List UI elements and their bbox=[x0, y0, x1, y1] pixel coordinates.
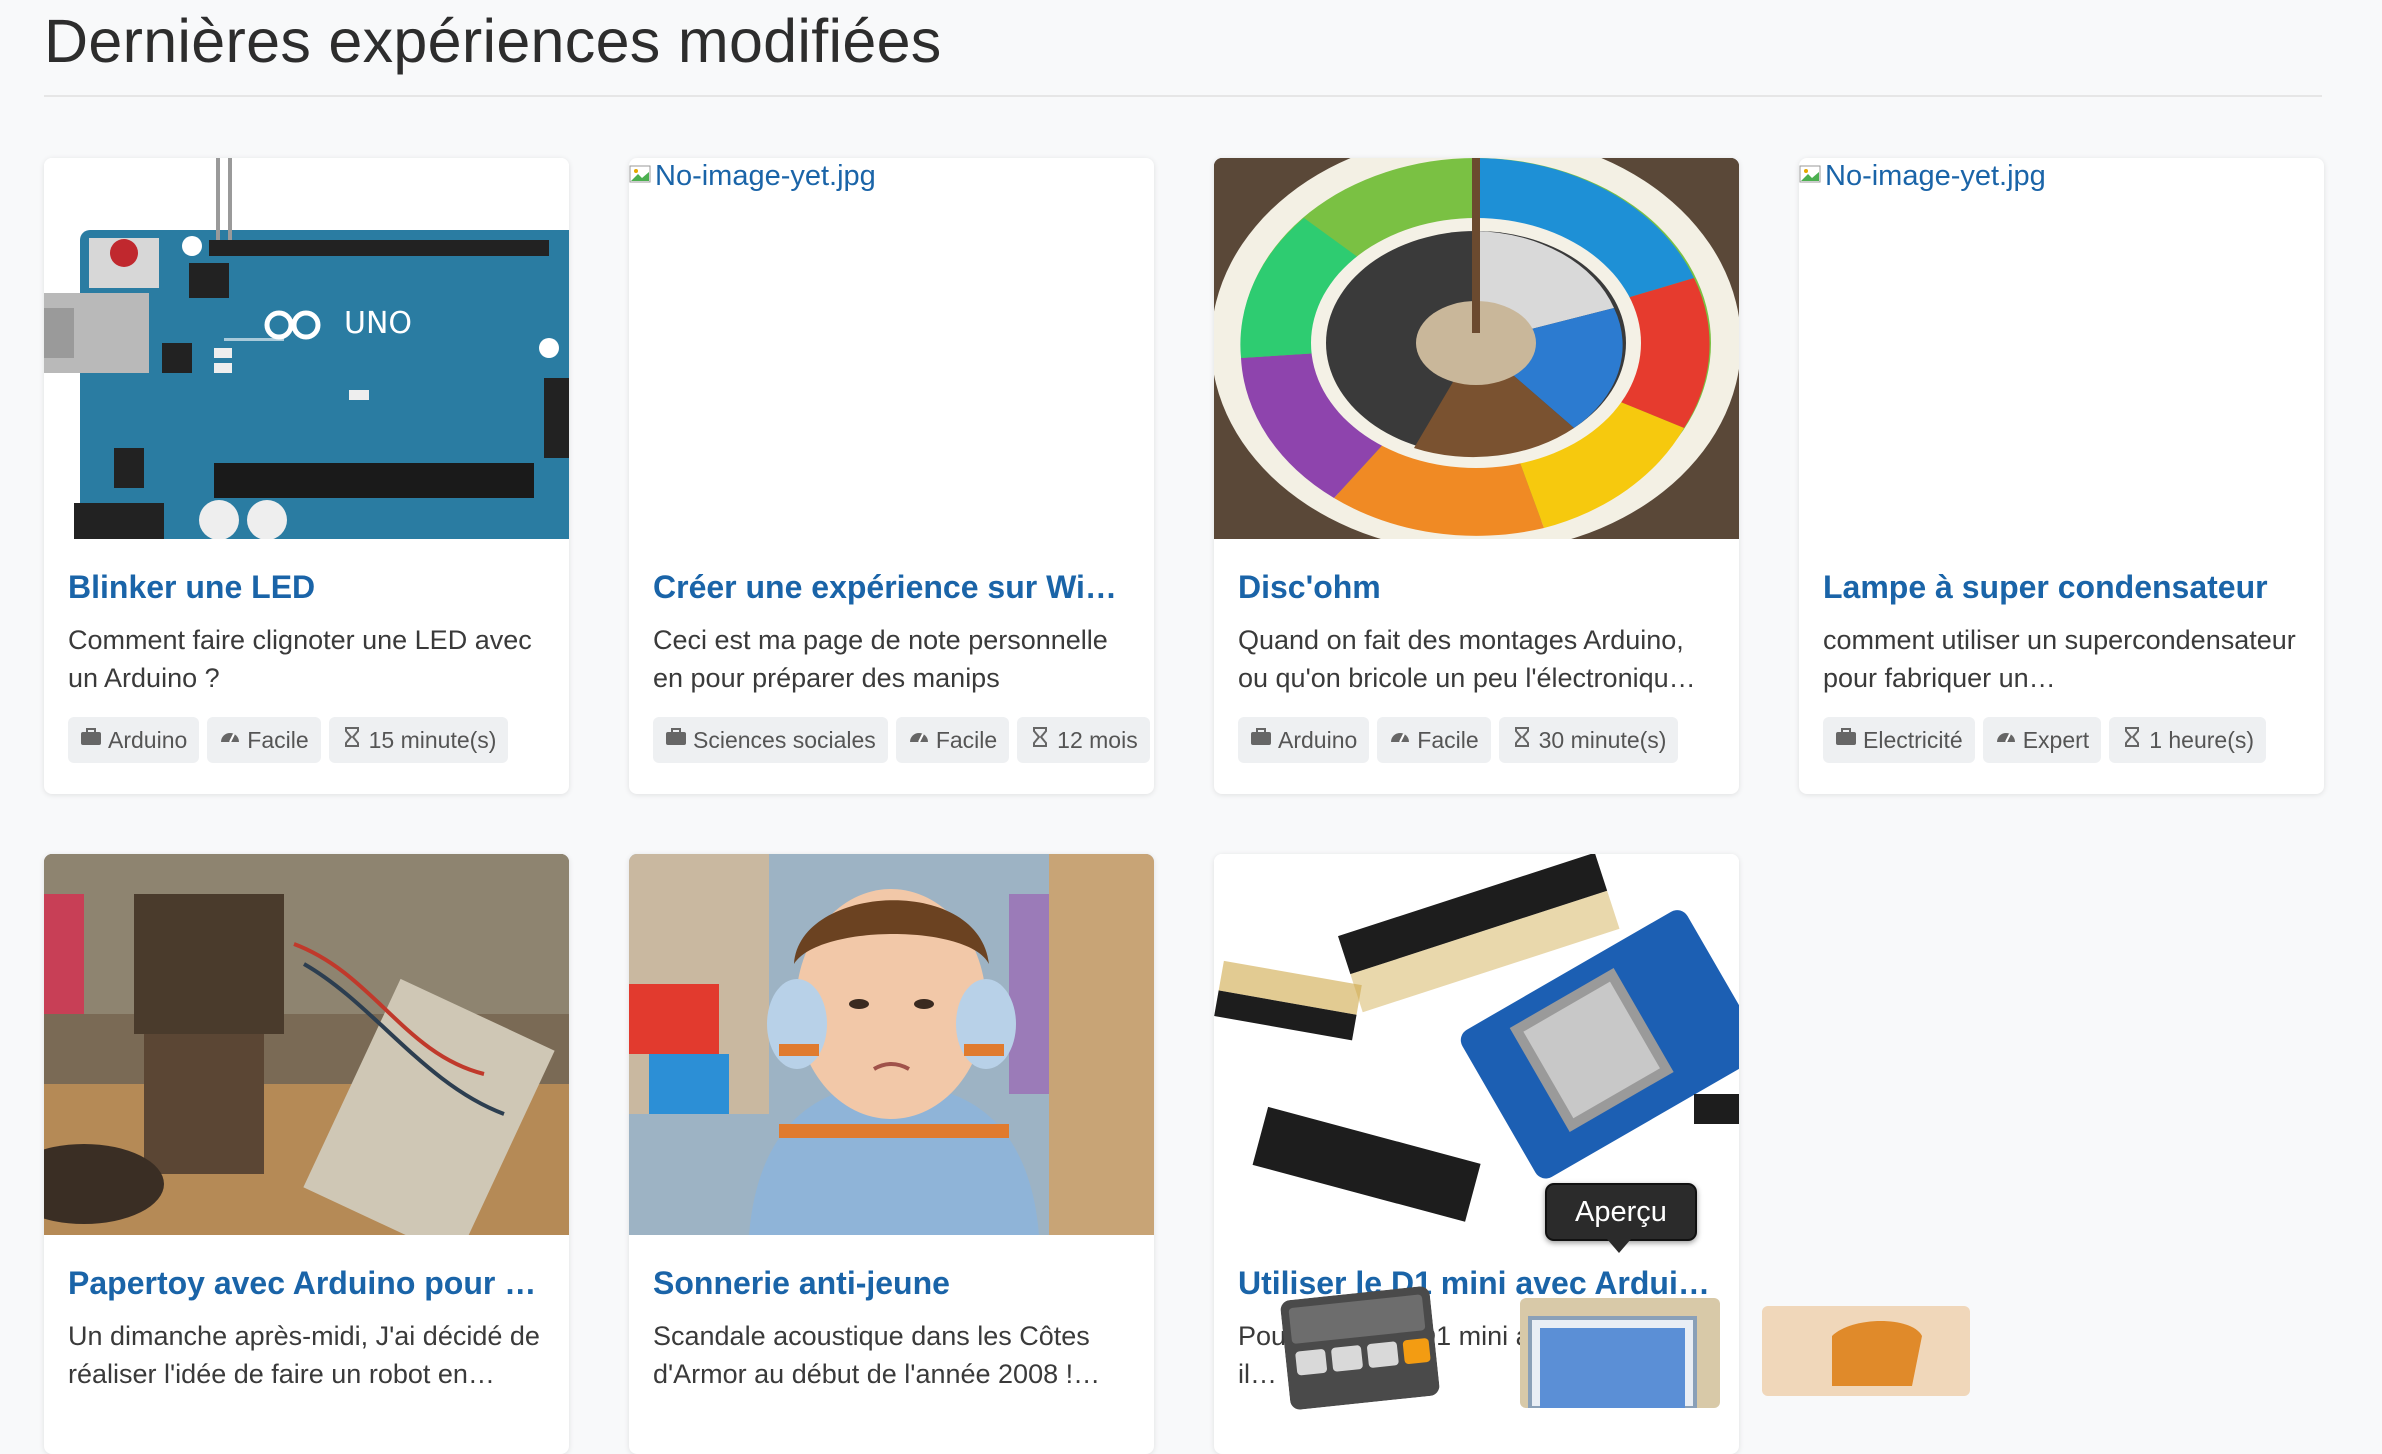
duration-label: 30 minute(s) bbox=[1538, 726, 1667, 753]
gauge-icon bbox=[1995, 726, 2017, 754]
category-tag: Arduino bbox=[1238, 717, 1370, 763]
svg-text:UNO: UNO bbox=[344, 306, 412, 341]
page-title: Dernières expériences modifiées bbox=[44, 7, 942, 75]
broken-image-icon bbox=[629, 160, 651, 193]
title-divider bbox=[44, 95, 2322, 97]
experience-card[interactable]: No-image-yet.jpg Lampe à super condensat… bbox=[1799, 158, 2324, 794]
card-title[interactable]: Disc'ohm bbox=[1238, 569, 1715, 606]
duration-tag: 1 heure(s) bbox=[2109, 717, 2267, 763]
briefcase-icon bbox=[1835, 726, 1857, 754]
image-alt-text: No-image-yet.jpg bbox=[655, 160, 876, 192]
briefcase-icon bbox=[1250, 726, 1272, 754]
experience-card[interactable]: Disc'ohm Quand on fait des montages Ardu… bbox=[1214, 158, 1739, 794]
experience-card[interactable]: No-image-yet.jpg Créer une expérience su… bbox=[629, 158, 1154, 794]
sublime-app-icon[interactable] bbox=[1762, 1306, 1970, 1396]
resistor-wheel-image bbox=[1214, 158, 1739, 539]
duration-tag: 30 minute(s) bbox=[1498, 717, 1679, 763]
category-tag: Sciences sociales bbox=[653, 717, 888, 763]
card-image-d1-mini[interactable] bbox=[1214, 854, 1739, 1235]
calculator-app-icon[interactable] bbox=[1280, 1285, 1441, 1410]
hourglass-icon bbox=[2121, 726, 2143, 754]
card-description: Quand on fait des montages Arduino, ou q… bbox=[1238, 625, 1696, 693]
preview-app-icon[interactable] bbox=[1520, 1298, 1720, 1410]
card-tags: Sciences sociales Facile 12 mois bbox=[653, 717, 1150, 763]
category-label: Sciences sociales bbox=[693, 726, 876, 753]
card-tags: Electricité Expert 1 heure(s) bbox=[1823, 717, 2267, 763]
duration-label: 12 mois bbox=[1057, 726, 1138, 753]
card-description: comment utiliser un supercondensateur po… bbox=[1823, 625, 2296, 693]
gauge-icon bbox=[908, 726, 930, 754]
experience-card[interactable]: UNO Blinker une LED Comment faire cligno… bbox=[44, 158, 569, 794]
card-title[interactable]: Créer une expérience sur Wiki… bbox=[653, 569, 1130, 606]
category-label: Arduino bbox=[1278, 726, 1358, 753]
card-image-placeholder[interactable]: No-image-yet.jpg bbox=[1799, 158, 2324, 539]
category-tag: Arduino bbox=[68, 717, 200, 763]
duration-label: 1 heure(s) bbox=[2149, 726, 2255, 753]
briefcase-icon bbox=[665, 726, 687, 754]
tooltip-label: Aperçu bbox=[1575, 1195, 1667, 1228]
image-alt-text: No-image-yet.jpg bbox=[1825, 160, 2046, 192]
difficulty-label: Facile bbox=[1417, 726, 1479, 753]
preview-tooltip: Aperçu bbox=[1545, 1183, 1697, 1253]
card-tags: Arduino Facile 30 minute(s) bbox=[1238, 717, 1679, 763]
card-title[interactable]: Sonnerie anti-jeune bbox=[653, 1265, 1130, 1302]
hourglass-icon bbox=[1029, 726, 1051, 754]
category-label: Electricité bbox=[1863, 726, 1963, 753]
duration-label: 15 minute(s) bbox=[368, 726, 497, 753]
card-description: Scandale acoustique dans les Côtes d'Arm… bbox=[653, 1321, 1101, 1389]
papertoy-photo bbox=[44, 854, 569, 1235]
category-label: Arduino bbox=[108, 726, 188, 753]
card-description: Un dimanche après-midi, J'ai décidé de r… bbox=[68, 1321, 540, 1389]
difficulty-label: Facile bbox=[935, 726, 998, 753]
card-title[interactable]: Papertoy avec Arduino pour d… bbox=[68, 1265, 545, 1302]
card-description: Ceci est ma page de note personnelle en … bbox=[653, 625, 1108, 693]
broken-image: No-image-yet.jpg bbox=[1799, 160, 2046, 193]
duration-tag: 12 mois bbox=[1017, 717, 1150, 763]
difficulty-label: Expert bbox=[2022, 726, 2090, 753]
d1-mini-board-image bbox=[1214, 854, 1739, 1235]
card-title[interactable]: Blinker une LED bbox=[68, 569, 545, 606]
gauge-icon bbox=[1389, 726, 1411, 754]
briefcase-icon bbox=[80, 726, 102, 754]
difficulty-tag: Facile bbox=[895, 717, 1010, 763]
card-image-child[interactable] bbox=[629, 854, 1154, 1235]
card-title[interactable]: Utiliser le D1 mini avec Arduino bbox=[1238, 1265, 1715, 1302]
hourglass-icon bbox=[1511, 726, 1533, 754]
experience-card[interactable]: Sonnerie anti-jeune Scandale acoustique … bbox=[629, 854, 1154, 1454]
difficulty-tag: Facile bbox=[1377, 717, 1491, 763]
broken-image: No-image-yet.jpg bbox=[629, 160, 876, 193]
difficulty-tag: Facile bbox=[207, 717, 321, 763]
card-image-arduino-uno[interactable]: UNO bbox=[44, 158, 569, 539]
child-covering-ears-photo bbox=[629, 854, 1154, 1235]
duration-tag: 15 minute(s) bbox=[328, 717, 509, 763]
card-description: Comment faire clignoter une LED avec un … bbox=[68, 625, 532, 693]
difficulty-label: Facile bbox=[247, 726, 309, 753]
card-image-color-wheel[interactable] bbox=[1214, 158, 1739, 539]
difficulty-tag: Expert bbox=[1982, 717, 2102, 763]
hourglass-icon bbox=[341, 726, 363, 754]
category-tag: Electricité bbox=[1823, 717, 1975, 763]
card-image-papertoy[interactable] bbox=[44, 854, 569, 1235]
arduino-board-image: UNO bbox=[44, 158, 569, 539]
card-tags: Arduino Facile 15 minute(s) bbox=[68, 717, 509, 763]
card-title[interactable]: Lampe à super condensateur bbox=[1823, 569, 2300, 606]
gauge-icon bbox=[219, 726, 241, 754]
broken-image-icon bbox=[1799, 160, 1821, 193]
experience-card[interactable]: Papertoy avec Arduino pour d… Un dimanch… bbox=[44, 854, 569, 1454]
card-image-placeholder[interactable]: No-image-yet.jpg bbox=[629, 158, 1154, 539]
